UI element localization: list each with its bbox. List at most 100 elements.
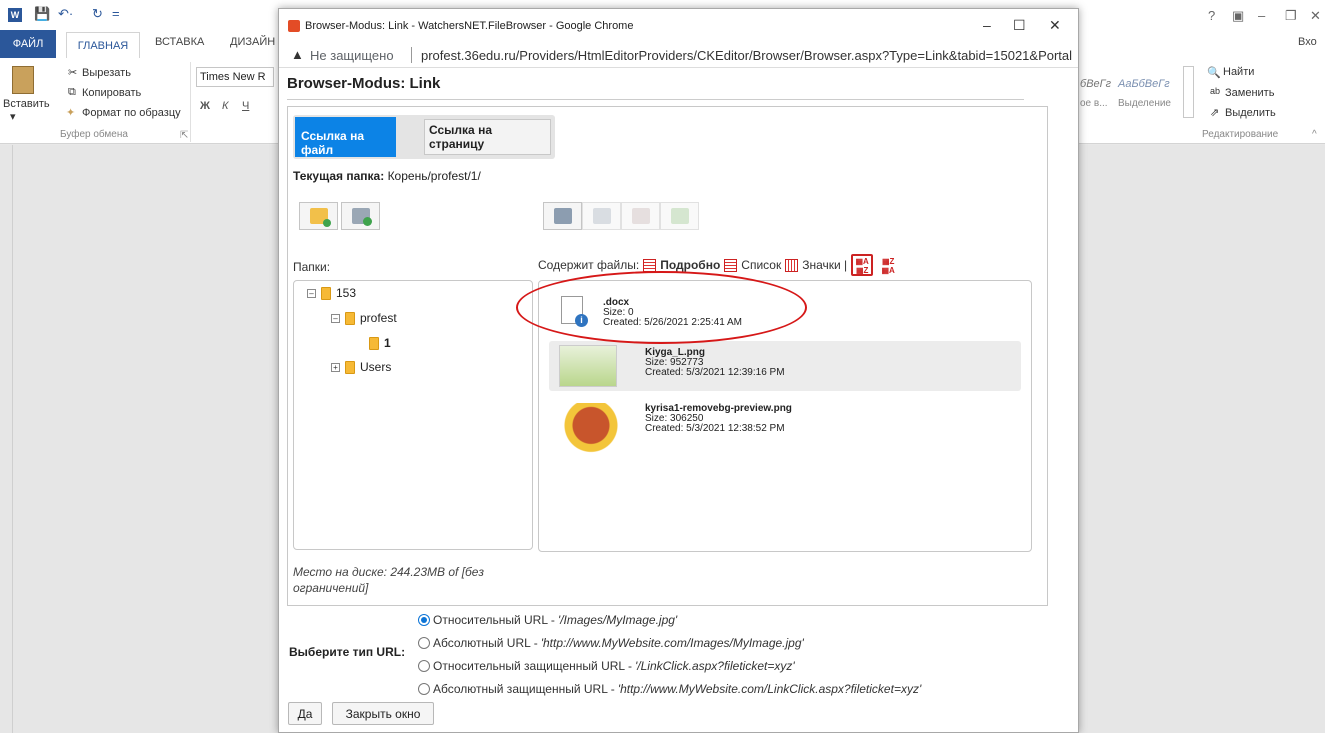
delete-file-button[interactable]	[621, 202, 660, 230]
download-file-button[interactable]	[582, 202, 621, 230]
select-button[interactable]: Выделить	[1225, 107, 1276, 119]
site-favicon-icon	[288, 20, 300, 32]
resize-image-button[interactable]	[660, 202, 699, 230]
tab-link-to-page[interactable]: Ссылка на страницу	[424, 119, 551, 155]
url-option-label[interactable]: Относительный защищенный URL -	[433, 659, 632, 673]
refresh-folder-button[interactable]	[341, 202, 380, 230]
signin-link[interactable]: Вхо	[1298, 36, 1317, 48]
icons-view-icon[interactable]	[785, 258, 799, 272]
save-icon[interactable]: 💾	[34, 6, 50, 24]
close-window-button[interactable]: Закрыть окно	[332, 702, 434, 725]
replace-icon[interactable]: ab	[1210, 86, 1220, 96]
redo-icon[interactable]: ↻	[92, 6, 103, 24]
divider	[287, 99, 1024, 100]
italic-icon[interactable]: К	[222, 100, 228, 112]
url-text[interactable]: profest.36edu.ru/Providers/HtmlEditorPro…	[421, 48, 1073, 63]
resize-icon	[670, 208, 689, 224]
minimize-icon[interactable]: –	[1258, 8, 1265, 23]
tab-file[interactable]: ФАЙЛ	[0, 30, 56, 58]
list-item[interactable]: Kiyga_L.png Size: 952773 Created: 5/3/20…	[549, 341, 1021, 391]
current-folder-label: Текущая папка:	[293, 169, 385, 183]
page-edge	[12, 145, 13, 733]
radio-button[interactable]	[418, 637, 430, 649]
tree-node-label[interactable]: profest	[360, 311, 397, 325]
undo-icon[interactable]: ↶·	[58, 6, 73, 24]
paste-button[interactable]: Вставить	[3, 98, 50, 110]
current-folder: Текущая папка: Корень/profest/1/	[293, 169, 481, 183]
word-app-icon: W	[8, 6, 22, 24]
warning-icon[interactable]: ▲	[291, 47, 304, 62]
url-option-absolute[interactable]: Абсолютный URL - 'http://www.MyWebsite.c…	[418, 636, 804, 650]
style-gallery-item[interactable]: АаБбВеГг	[1118, 78, 1170, 90]
radio-button[interactable]	[418, 614, 430, 626]
url-option-label[interactable]: Относительный URL -	[433, 613, 555, 627]
tab-home[interactable]: ГЛАВНАЯ	[66, 32, 140, 59]
cut-button[interactable]: Вырезать	[82, 67, 131, 79]
view-detailed-link[interactable]: Подробно	[660, 258, 720, 272]
font-name-field[interactable]: Times New R	[196, 67, 274, 87]
sort-asc-icon[interactable]: ▦A ▦Z	[851, 254, 874, 276]
url-option-label[interactable]: Абсолютный URL -	[433, 636, 538, 650]
editing-group-label: Редактирование	[1202, 129, 1279, 140]
underline-icon[interactable]: Ч	[242, 100, 249, 112]
ribbon-display-icon[interactable]: ▣	[1232, 8, 1244, 24]
collapse-icon[interactable]: –	[307, 288, 316, 298]
radio-button[interactable]	[418, 683, 430, 695]
upload-file-button[interactable]	[543, 202, 582, 230]
tree-node-label[interactable]: 1	[384, 336, 391, 350]
collapse-icon[interactable]: –	[331, 313, 340, 323]
style-gallery-item[interactable]: бВеГг	[1080, 78, 1111, 90]
expand-icon[interactable]: +	[331, 362, 340, 372]
new-folder-button[interactable]	[299, 202, 338, 230]
format-painter-icon[interactable]: ✦	[66, 106, 75, 119]
url-option-absolute-secure[interactable]: Абсолютный защищенный URL - 'http://www.…	[418, 682, 921, 696]
replace-button[interactable]: Заменить	[1225, 87, 1274, 99]
clipboard-launcher-icon[interactable]: ⇱	[180, 130, 188, 141]
tree-node-label[interactable]: Users	[360, 360, 391, 374]
style-gallery-scroll[interactable]	[1183, 66, 1194, 118]
detailed-view-icon[interactable]	[643, 258, 657, 272]
tree-node-label[interactable]: 153	[336, 286, 356, 300]
url-option-relative-secure[interactable]: Относительный защищенный URL - '/LinkCli…	[418, 659, 795, 673]
tree-node-153[interactable]: – 153	[307, 286, 356, 300]
tree-node-1[interactable]: 1	[369, 336, 391, 350]
url-type-label: Выберите тип URL:	[289, 645, 406, 659]
paste-icon[interactable]	[12, 66, 34, 94]
format-painter-button[interactable]: Формат по образцу	[82, 107, 181, 119]
cut-icon[interactable]: ✂	[68, 66, 77, 79]
tab-insert[interactable]: ВСТАВКА	[155, 36, 204, 48]
qat-customize-icon[interactable]: =	[112, 6, 120, 24]
tab-design[interactable]: ДИЗАЙН	[230, 36, 275, 48]
ok-button[interactable]: Да	[288, 702, 322, 725]
clipboard-group-label: Буфер обмена	[60, 129, 128, 140]
url-option-relative[interactable]: Относительный URL - '/Images/MyImage.jpg…	[418, 613, 677, 627]
view-list-link[interactable]: Список	[741, 258, 781, 272]
sort-desc-icon[interactable]: ▦Z ▦A	[877, 254, 899, 276]
radio-button[interactable]	[418, 660, 430, 672]
not-secure-label[interactable]: Не защищено	[310, 48, 394, 63]
bold-icon[interactable]: Ж	[200, 100, 210, 112]
help-icon[interactable]: ?	[1208, 8, 1215, 23]
collapse-ribbon-icon[interactable]: ^	[1312, 129, 1317, 140]
close-icon[interactable]: ✕	[1049, 17, 1061, 34]
url-option-label[interactable]: Абсолютный защищенный URL -	[433, 682, 615, 696]
tree-node-users[interactable]: + Users	[331, 360, 391, 374]
minimize-icon[interactable]: –	[983, 17, 991, 33]
view-icons-link[interactable]: Значки |	[802, 258, 847, 272]
restore-icon[interactable]: ❐	[1285, 8, 1297, 24]
tab-link-to-file[interactable]: Ссылка на файл	[295, 117, 396, 157]
select-icon[interactable]: ⇗	[1210, 106, 1219, 119]
window-title: Browser-Modus: Link - WatchersNET.FileBr…	[305, 20, 634, 32]
find-button[interactable]: Найти	[1223, 66, 1254, 78]
close-icon[interactable]: ✕	[1310, 8, 1321, 24]
tree-node-profest[interactable]: – profest	[331, 311, 397, 325]
paste-dropdown-icon[interactable]: ▾	[10, 110, 16, 123]
copy-icon[interactable]: ⧉	[68, 86, 76, 99]
maximize-icon[interactable]: ☐	[1013, 17, 1026, 34]
folder-icon	[321, 286, 331, 300]
find-icon[interactable]: 🔍	[1207, 66, 1221, 79]
copy-button[interactable]: Копировать	[82, 87, 141, 99]
list-view-icon[interactable]	[724, 258, 738, 272]
list-item[interactable]: kyrisa1-removebg-preview.png Size: 30625…	[549, 397, 1021, 461]
folders-label: Папки:	[293, 260, 331, 274]
